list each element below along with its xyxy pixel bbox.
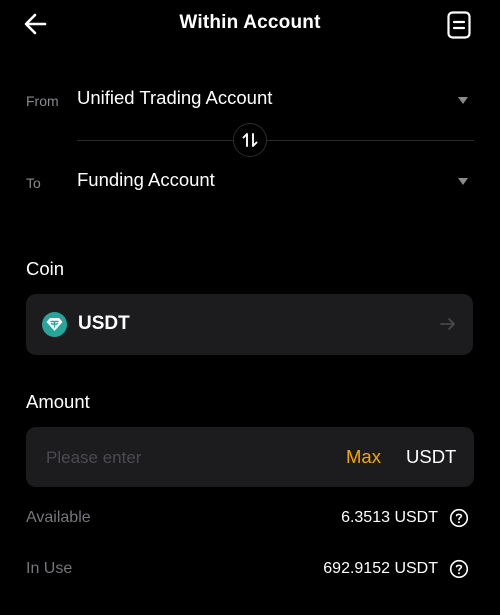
from-label: From <box>26 93 59 109</box>
transfer-history-button[interactable] <box>446 10 472 40</box>
divider <box>77 140 474 141</box>
coin-selector[interactable]: USDT <box>26 294 473 355</box>
coin-name: USDT <box>78 313 130 334</box>
question-circle-icon[interactable] <box>449 508 469 528</box>
max-button[interactable]: Max <box>346 446 381 468</box>
in-use-balance-row: In Use 692.9152 USDT <box>0 558 500 582</box>
available-label: Available <box>26 509 91 526</box>
in-use-label: In Use <box>26 560 73 577</box>
header: Within Account <box>0 0 500 48</box>
in-use-value: 692.9152 USDT <box>323 560 438 577</box>
arrow-right-icon <box>440 318 455 330</box>
to-label: To <box>26 175 41 191</box>
tether-icon <box>42 312 67 337</box>
from-account-selector[interactable]: From Unified Trading Account <box>0 74 500 124</box>
question-circle-icon[interactable] <box>449 559 469 579</box>
amount-unit: USDT <box>406 446 457 467</box>
amount-input[interactable] <box>46 445 296 471</box>
available-value: 6.3513 USDT <box>341 509 438 526</box>
available-balance-row: Available 6.3513 USDT <box>0 507 500 531</box>
caret-down-icon <box>458 97 468 104</box>
to-account-selector[interactable]: To Funding Account <box>0 156 500 206</box>
page-title: Within Account <box>179 12 321 33</box>
to-account-name: Funding Account <box>77 169 215 190</box>
document-list-icon <box>447 11 471 39</box>
coin-label: Coin <box>26 258 65 279</box>
amount-label: Amount <box>26 391 90 412</box>
caret-down-icon <box>458 178 468 185</box>
swap-vertical-icon <box>242 133 258 147</box>
swap-accounts-button[interactable] <box>233 123 267 157</box>
amount-field-container: Max USDT <box>26 427 474 487</box>
from-account-name: Unified Trading Account <box>77 87 273 108</box>
